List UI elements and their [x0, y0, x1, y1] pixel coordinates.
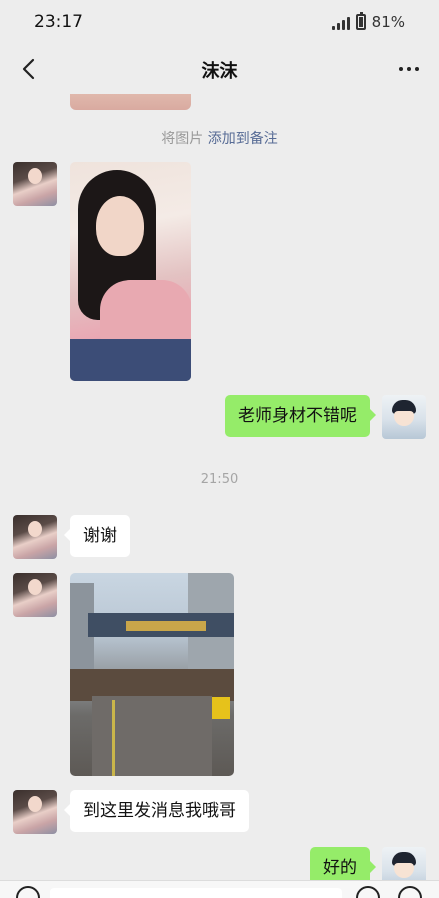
message-bubble-sent[interactable]: 好的	[310, 847, 376, 880]
photo-message[interactable]	[70, 162, 191, 381]
battery-percentage: 81%	[371, 13, 405, 31]
more-options-button[interactable]	[393, 54, 425, 84]
input-bar	[0, 880, 439, 898]
battery-icon	[355, 12, 366, 30]
avatar[interactable]	[13, 573, 57, 617]
message-input[interactable]	[50, 888, 342, 898]
voice-icon[interactable]	[16, 886, 40, 898]
contact-name: 沫沫	[201, 61, 238, 82]
time-divider: 21:50	[200, 472, 239, 487]
message-bubble-received[interactable]: 到这里发消息我哦哥	[64, 790, 249, 832]
system-note: 将图片 添加到备注	[0, 128, 439, 148]
avatar[interactable]	[13, 162, 57, 206]
signal-icon	[331, 15, 350, 30]
message-bubble-sent[interactable]: 老师身材不错呢	[225, 395, 376, 437]
photo-message[interactable]	[70, 94, 191, 110]
avatar[interactable]	[382, 395, 426, 439]
more-dots-icon	[399, 67, 403, 71]
status-time: 23:17	[34, 12, 83, 32]
emoji-icon[interactable]	[356, 886, 380, 898]
status-bar: 23:17 81%	[0, 0, 439, 44]
avatar[interactable]	[13, 790, 57, 834]
status-indicators: 81%	[331, 12, 405, 32]
message-bubble-received[interactable]: 谢谢	[64, 515, 130, 557]
chat-header: 沫沫	[0, 44, 439, 94]
avatar[interactable]	[13, 515, 57, 559]
add-to-remark-link[interactable]: 添加到备注	[208, 131, 278, 147]
system-note-text: 将图片	[161, 131, 204, 147]
avatar[interactable]	[382, 847, 426, 880]
chat-history[interactable]: 将图片 添加到备注 老师身材不错呢 21:50 谢谢 到这里发消息我哦哥 好的	[0, 94, 439, 880]
plus-icon[interactable]	[398, 886, 422, 898]
photo-message[interactable]	[70, 573, 234, 776]
